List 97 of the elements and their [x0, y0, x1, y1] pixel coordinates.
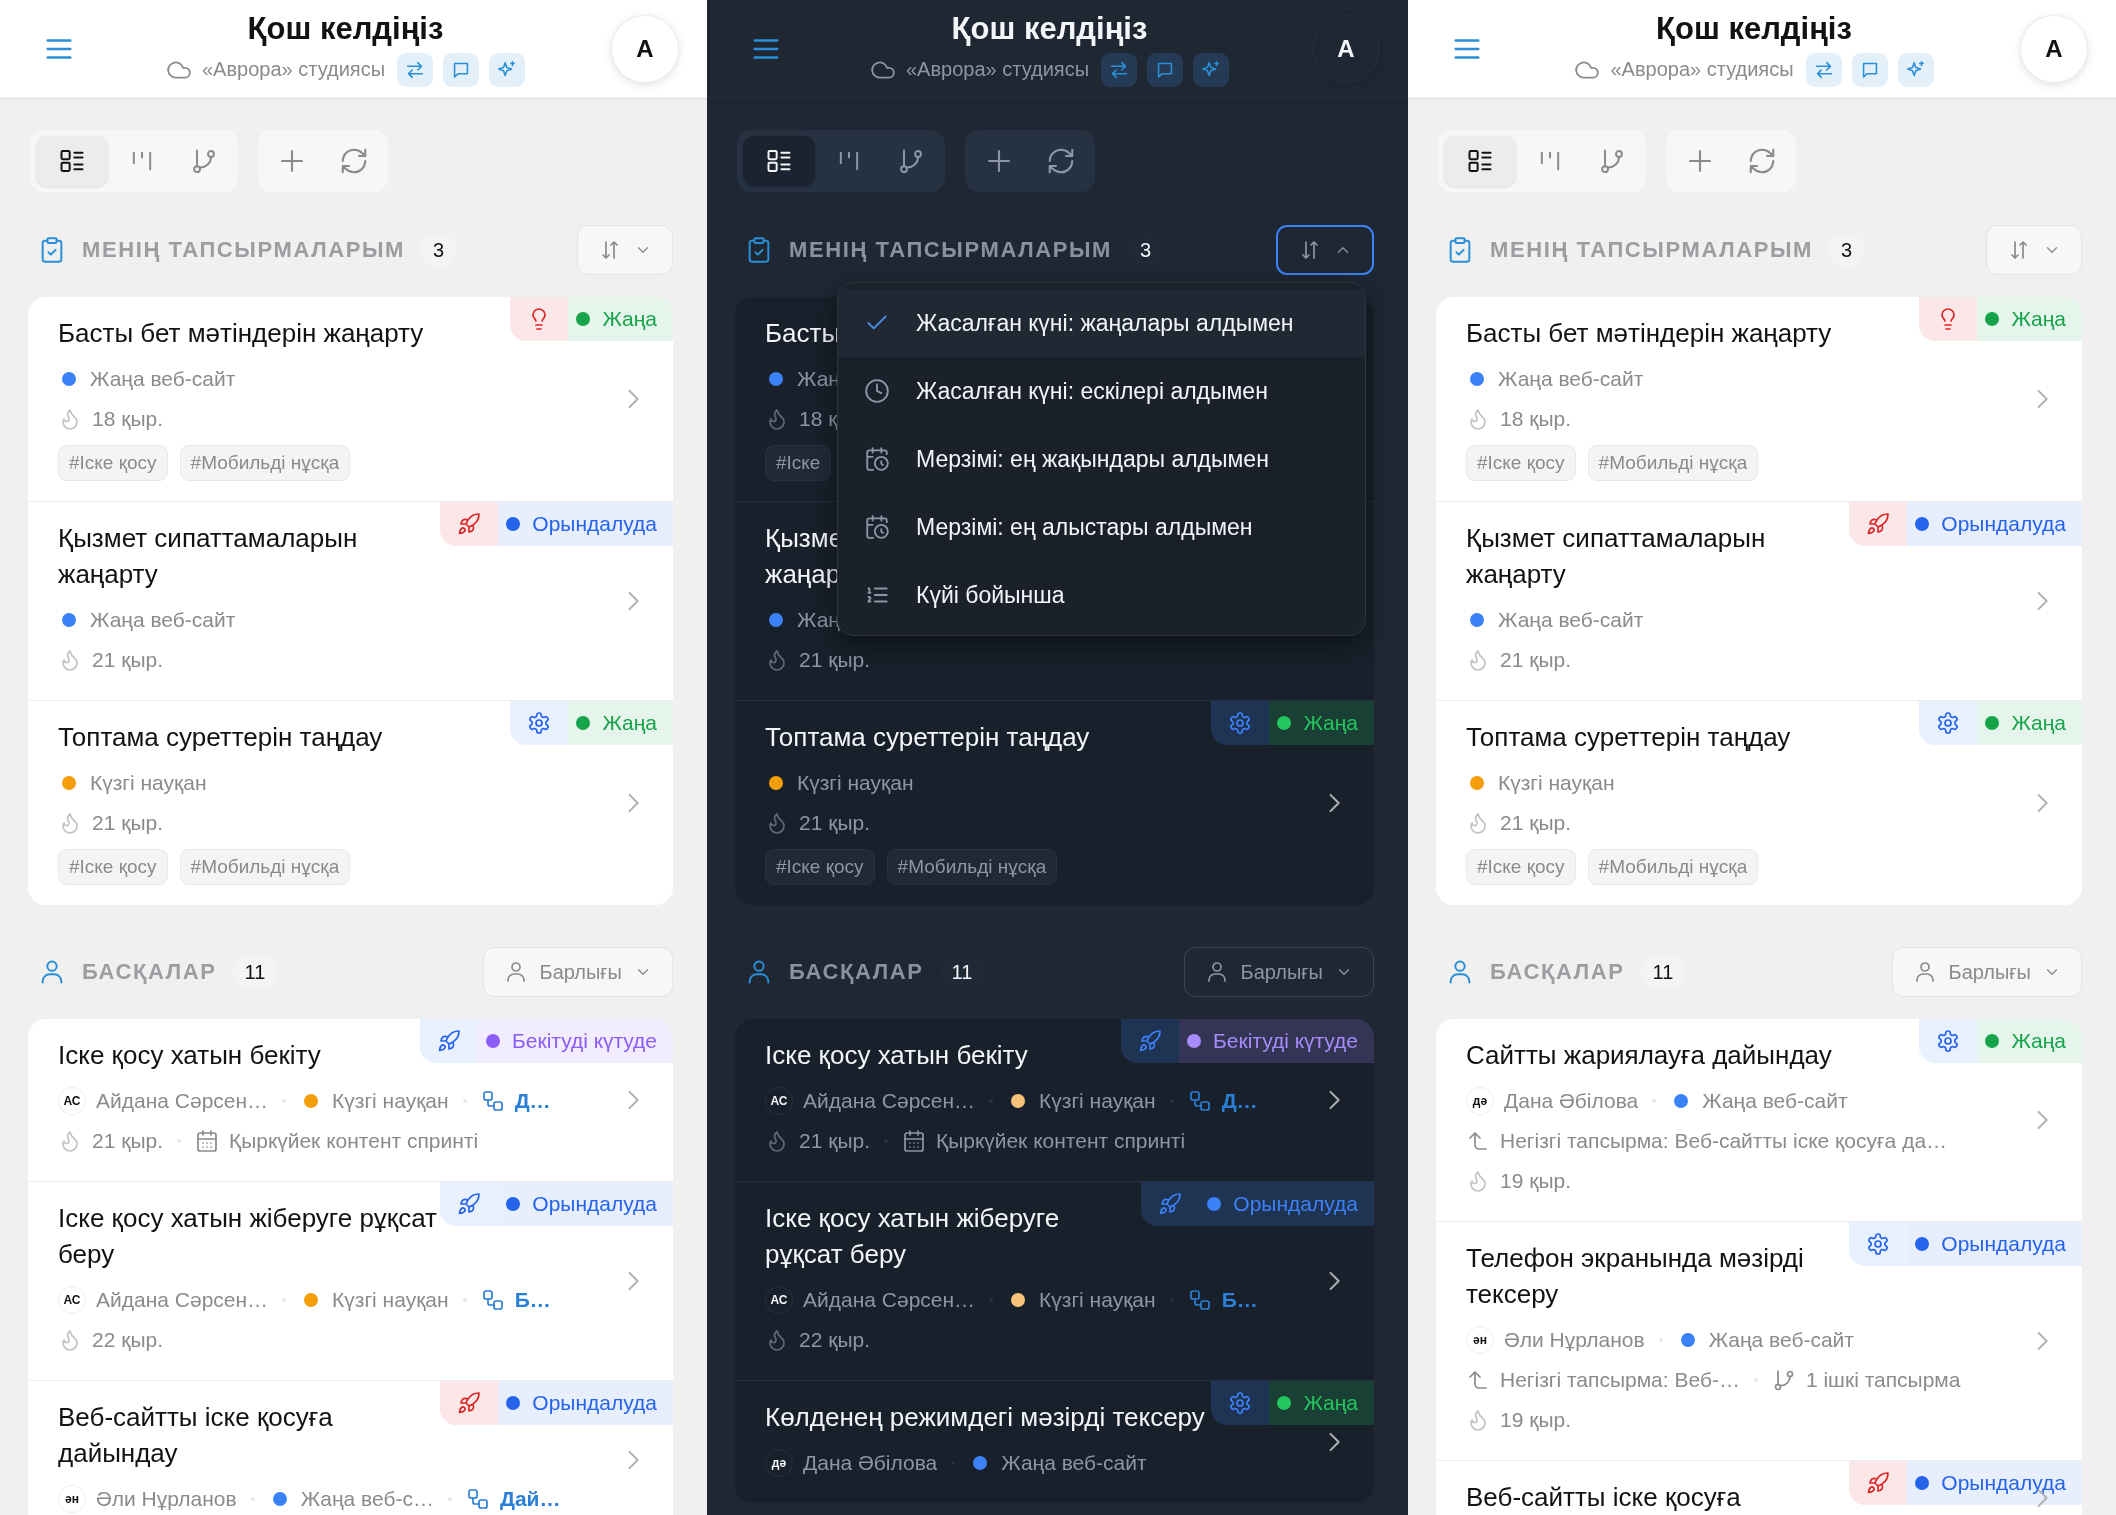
task-age: 21 қыр.: [1500, 648, 1571, 672]
workspace-name: «Аврора» студиясы: [906, 58, 1089, 81]
workspace-name: «Аврора» студиясы: [1610, 58, 1794, 81]
section-title: БАСҚАЛАР: [789, 959, 924, 985]
status-label: Орындалуда: [532, 512, 657, 536]
project-name: Күзгі науқан: [332, 1288, 449, 1312]
task-title: Топтама суреттерін таңдау: [765, 721, 1090, 754]
task-age: 21 қыр.: [92, 1129, 163, 1153]
task-age: 19 қыр.: [1500, 1408, 1571, 1432]
task-title: Іске қосу хатын бекіту: [58, 1039, 321, 1072]
project-name: Жаңа веб-сайт: [1001, 1451, 1147, 1475]
assignee-name: Дана Әбілова: [803, 1451, 938, 1475]
section-title: МЕНІҢ ТАПСЫРМАЛАРЫМ: [1490, 237, 1814, 263]
option-label: Жасалған күні: ескілері алдымен: [916, 377, 1268, 405]
task-title: Қызмет сипаттамаларын жаңарту: [58, 522, 359, 591]
status-label: Жаңа: [1303, 711, 1358, 735]
task-age: 21 қыр.: [799, 648, 870, 672]
status-label: Орындалуда: [532, 1391, 657, 1415]
option-label: Мерзімі: ең алыстары алдымен: [916, 513, 1253, 541]
status-label: Бекітуді күтуде: [512, 1029, 657, 1053]
task-title: Топтама суреттерін таңдау: [1466, 721, 1791, 754]
page-title: Қош келдіңіз: [951, 10, 1148, 47]
task-title: Топтама суреттерін таңдау: [58, 721, 383, 754]
assignee-name: Айдана Сәрсен…: [803, 1089, 976, 1113]
status-label: Жаңа: [2011, 1029, 2066, 1053]
parent-task: Негізгі тапсырма: Веб-сайтты іске қосуға да…: [1500, 1129, 1948, 1153]
project-name: Жаңа веб-сайт: [1708, 1328, 1854, 1352]
status-label: Бекітуді күтуде: [1213, 1029, 1358, 1053]
task-age: 22 қыр.: [92, 1328, 163, 1352]
task-age: 21 қыр.: [92, 648, 163, 672]
project-name: Жаңа веб-сайт: [90, 367, 236, 391]
task-title: Іске қосу хатын жіберуге рұқсат беру: [58, 1202, 439, 1271]
count-badge: 11: [232, 956, 278, 988]
project-name: Жаңа веб-сайт: [90, 608, 236, 632]
project-name: Күзгі науқан: [1039, 1288, 1156, 1312]
workspace-name: «Аврора» студиясы: [202, 58, 385, 81]
task-age: 18 қыр.: [1500, 407, 1571, 431]
count-badge: 11: [1640, 956, 1686, 988]
task-age: 18 қыр.: [92, 407, 163, 431]
project-name: Жаңа веб-с…: [300, 1487, 434, 1511]
count-badge: 3: [421, 234, 457, 266]
task-age: 19 қыр.: [1500, 1169, 1571, 1193]
project-name: Жаңа веб-сайт: [1498, 367, 1644, 391]
task-title: Басты бет мәтіндерін жаңарту: [1466, 317, 1832, 350]
sprint-name: Қыркүйек контент спринті: [936, 1129, 1186, 1153]
subtask-count: 1 ішкі тапсырма: [1805, 1368, 1961, 1392]
status-label: Орындалуда: [1941, 1471, 2066, 1495]
status-label: Орындалуда: [1941, 1232, 2066, 1256]
task-age: 22 қыр.: [799, 1328, 870, 1352]
sprint-name: Қыркүйек контент спринті: [229, 1129, 479, 1153]
task-title: Басты бет мәтіндерін жаңарту: [58, 317, 424, 350]
page-title: Қош келдіңіз: [247, 10, 444, 47]
task-age: 21 қыр.: [799, 811, 870, 835]
count-badge: 3: [1829, 234, 1865, 266]
status-label: Жаңа: [602, 307, 657, 331]
assignee-name: Дана Әбілова: [1504, 1089, 1639, 1113]
assignee-name: Әли Нұрланов: [1504, 1328, 1645, 1352]
task-title: Веб-сайтты іске қосуға: [1466, 1481, 1741, 1514]
project-name: Күзгі науқан: [90, 771, 207, 795]
task-title: Сайтты жариялауға дайындау: [1466, 1039, 1832, 1072]
project-name: Күзгі науқан: [1039, 1089, 1156, 1113]
task-title: Телефон экранында мәзірді тексеру: [1466, 1242, 1805, 1311]
section-title: БАСҚАЛАР: [82, 959, 217, 985]
status-label: Жаңа: [602, 711, 657, 735]
status-label: Орындалуда: [532, 1192, 657, 1216]
status-label: Орындалуда: [1233, 1192, 1358, 1216]
task-age: 21 қыр.: [1500, 811, 1571, 835]
assignee-name: Айдана Сәрсен…: [96, 1288, 269, 1312]
project-name: Жаң: [797, 608, 840, 632]
option-label: Күйі бойынша: [916, 581, 1065, 609]
project-name: Жаңа веб-сайт: [1702, 1089, 1848, 1113]
task-title: Қызмет сипаттамаларын жаңарту: [1466, 522, 1767, 591]
section-title: БАСҚАЛАР: [1490, 959, 1625, 985]
option-label: Жасалған күні: жаңалары алдымен: [916, 309, 1294, 337]
status-label: Жаңа: [2011, 711, 2066, 735]
section-title: МЕНІҢ ТАПСЫРМАЛАРЫМ: [82, 237, 406, 263]
task-age: 21 қыр.: [799, 1129, 870, 1153]
project-name: Күзгі науқан: [797, 771, 914, 795]
task-age: 21 қыр.: [92, 811, 163, 835]
task-title: Іске қосу хатын бекіту: [765, 1039, 1028, 1072]
project-name: Жаңа веб-сайт: [1498, 608, 1644, 632]
assignee-name: Айдана Сәрсен…: [96, 1089, 269, 1113]
page-title: Қош келдіңіз: [1656, 10, 1852, 47]
task-title: Көлденең режимдегі мәзірді тексеру: [765, 1401, 1205, 1434]
status-label: Жаңа: [2011, 307, 2066, 331]
project-name: Күзгі науқан: [332, 1089, 449, 1113]
section-title: МЕНІҢ ТАПСЫРМАЛАРЫМ: [789, 237, 1113, 263]
task-title: Басты: [765, 317, 841, 350]
task-title: Веб-сайтты іске қосуға дайындау: [58, 1401, 334, 1470]
assignee-name: Айдана Сәрсен…: [803, 1288, 976, 1312]
assignee-name: Әли Нұрланов: [96, 1487, 237, 1511]
parent-task: Негізгі тапсырма: Веб-…: [1500, 1368, 1740, 1392]
status-label: Орындалуда: [1941, 512, 2066, 536]
project-name: Күзгі науқан: [1498, 771, 1615, 795]
option-label: Мерзімі: ең жақындары алдымен: [916, 445, 1269, 473]
task-title: Іске қосу хатын жіберуге рұқсат беру: [765, 1202, 1061, 1271]
status-label: Жаңа: [1303, 1391, 1358, 1415]
